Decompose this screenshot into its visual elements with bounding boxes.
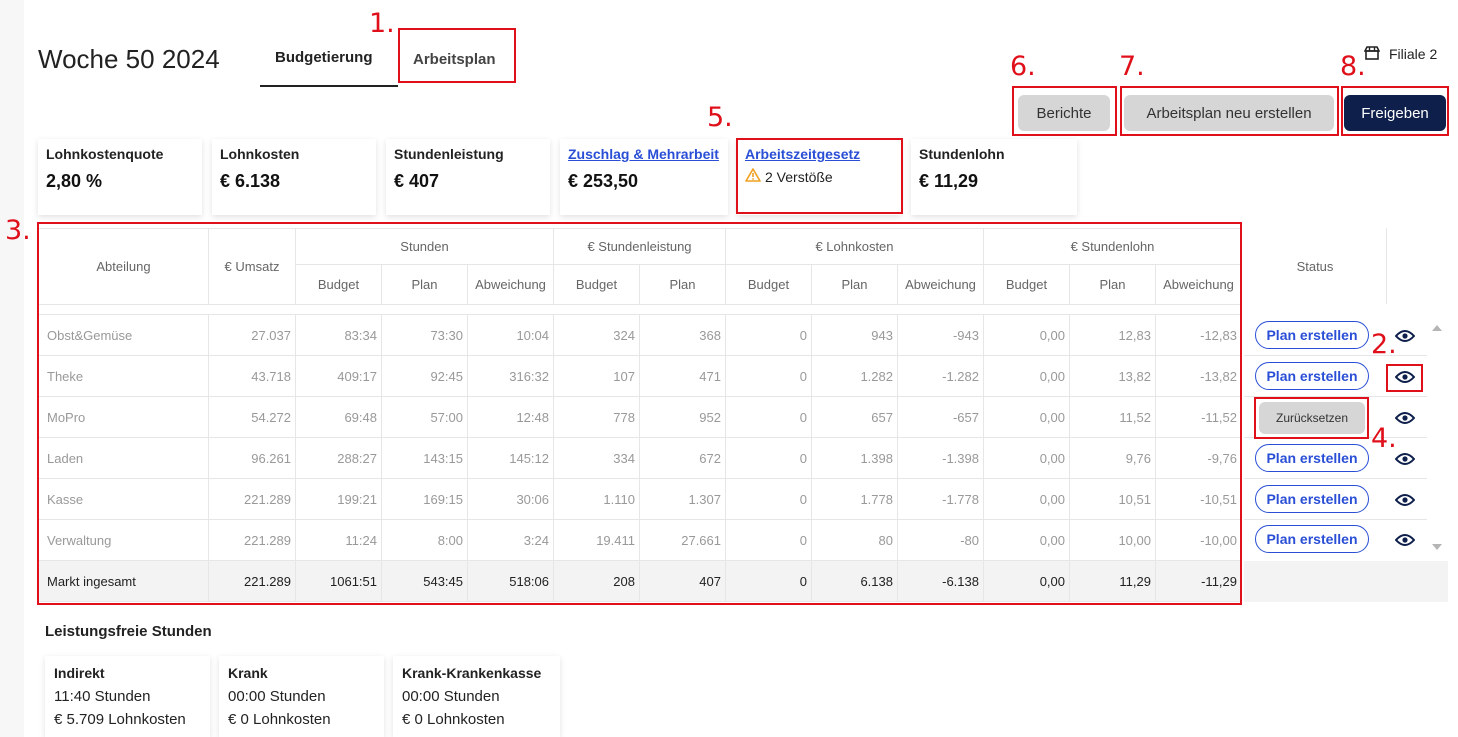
annotation-number-5: 5. bbox=[707, 102, 733, 133]
annotation-number-1: 1. bbox=[369, 8, 395, 39]
eye-icon[interactable] bbox=[1394, 329, 1416, 343]
row-separator bbox=[1244, 478, 1427, 479]
annotation-box-1 bbox=[398, 28, 516, 83]
total-row-status-cell bbox=[1244, 561, 1448, 602]
eye-icon[interactable] bbox=[1394, 411, 1416, 425]
annotation-number-6: 6. bbox=[1010, 51, 1036, 82]
eye-column-header bbox=[1387, 228, 1425, 304]
card-indirekt: Indirekt 11:40 Stunden € 5.709 Lohnkoste… bbox=[45, 656, 210, 737]
plan-erstellen-button[interactable]: Plan erstellen bbox=[1255, 321, 1369, 349]
annotation-number-2: 2. bbox=[1371, 329, 1397, 360]
row-separator bbox=[1244, 355, 1427, 356]
plan-erstellen-button[interactable]: Plan erstellen bbox=[1255, 362, 1369, 390]
kpi-stundenlohn: Stundenlohn € 11,29 bbox=[911, 139, 1077, 215]
card-krank-krankenkasse: Krank-Krankenkasse 00:00 Stunden € 0 Loh… bbox=[393, 656, 560, 737]
kpi-value: € 11,29 bbox=[919, 171, 979, 191]
plan-erstellen-button[interactable]: Plan erstellen bbox=[1255, 444, 1369, 472]
kpi-label: Stundenleistung bbox=[394, 146, 504, 162]
annotation-box-7 bbox=[1120, 86, 1339, 136]
annotation-number-7: 7. bbox=[1119, 51, 1145, 82]
eye-icon[interactable] bbox=[1394, 493, 1416, 507]
card-cost: € 0 Lohnkosten bbox=[402, 711, 505, 728]
annotation-number-8: 8. bbox=[1340, 51, 1366, 82]
kpi-value: € 253,50 bbox=[568, 171, 639, 191]
tab-budgetierung[interactable]: Budgetierung bbox=[275, 49, 373, 66]
card-hours: 11:40 Stunden bbox=[54, 688, 151, 705]
kpi-lohnkostenquote: Lohnkostenquote 2,80 % bbox=[38, 139, 202, 215]
eye-icon[interactable] bbox=[1394, 452, 1416, 466]
status-header: Status bbox=[1244, 228, 1387, 304]
annotation-number-3: 3. bbox=[5, 215, 31, 246]
card-label: Krank bbox=[228, 665, 268, 681]
plan-erstellen-button[interactable]: Plan erstellen bbox=[1255, 485, 1369, 513]
zuschlag-link[interactable]: Zuschlag & Mehrarbeit bbox=[568, 146, 720, 162]
kpi-label: Lohnkostenquote bbox=[46, 146, 164, 162]
kpi-value: € 6.138 bbox=[220, 171, 281, 191]
card-label: Krank-Krankenkasse bbox=[402, 665, 542, 681]
active-tab-indicator bbox=[260, 85, 398, 87]
leistungsfrei-title: Leistungsfreie Stunden bbox=[45, 623, 212, 640]
annotation-box-3 bbox=[37, 222, 1242, 605]
annotation-box-2 bbox=[1386, 364, 1423, 392]
card-hours: 00:00 Stunden bbox=[228, 688, 326, 705]
annotation-box-5 bbox=[736, 138, 903, 214]
scroll-up-icon bbox=[1432, 325, 1442, 331]
card-label: Indirekt bbox=[54, 665, 105, 681]
row-separator bbox=[1244, 519, 1427, 520]
plan-erstellen-button[interactable]: Plan erstellen bbox=[1255, 525, 1369, 553]
kpi-label: Lohnkosten bbox=[220, 146, 300, 162]
left-strip bbox=[0, 0, 24, 737]
eye-icon[interactable] bbox=[1394, 533, 1416, 547]
card-krank: Krank 00:00 Stunden € 0 Lohnkosten bbox=[219, 656, 384, 737]
kpi-value: € 407 bbox=[394, 171, 440, 191]
kpi-stundenleistung: Stundenleistung € 407 bbox=[386, 139, 550, 215]
page-title: Woche 50 2024 bbox=[38, 44, 220, 74]
kpi-zuschlag: Zuschlag & Mehrarbeit € 253,50 bbox=[560, 139, 728, 215]
card-cost: € 5.709 Lohnkosten bbox=[54, 711, 186, 728]
kpi-lohnkosten: Lohnkosten € 6.138 bbox=[212, 139, 376, 215]
store-name: Filiale 2 bbox=[1389, 46, 1438, 62]
card-cost: € 0 Lohnkosten bbox=[228, 711, 331, 728]
table-scrollbar[interactable] bbox=[1427, 312, 1447, 562]
annotation-box-6 bbox=[1012, 86, 1117, 136]
card-hours: 00:00 Stunden bbox=[402, 688, 500, 705]
annotation-number-4: 4. bbox=[1371, 423, 1397, 454]
kpi-value: 2,80 % bbox=[46, 171, 103, 191]
store-icon bbox=[1363, 45, 1381, 66]
annotation-box-8 bbox=[1341, 86, 1449, 136]
annotation-box-4 bbox=[1254, 397, 1369, 439]
kpi-label: Stundenlohn bbox=[919, 146, 1005, 162]
scroll-down-icon bbox=[1432, 544, 1442, 550]
